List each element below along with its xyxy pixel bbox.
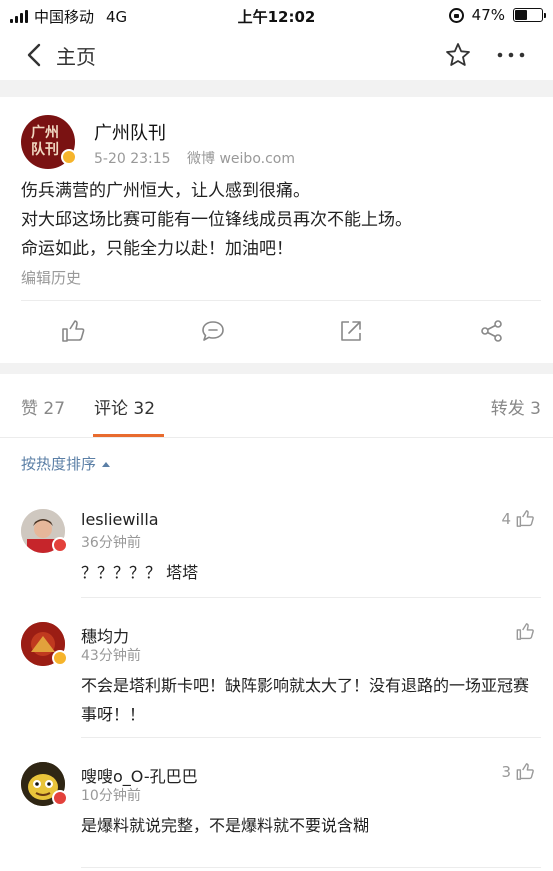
divider [21, 300, 541, 301]
like-button[interactable] [60, 319, 86, 343]
verified-badge-icon [52, 790, 68, 806]
verified-badge-icon [52, 537, 68, 553]
edit-history-link[interactable]: 编辑历史 [21, 267, 81, 288]
repost-button[interactable] [338, 319, 364, 343]
status-right: 47% [448, 6, 546, 24]
battery-percent: 47% [471, 6, 505, 24]
share-icon [481, 320, 502, 342]
favorite-button[interactable] [444, 41, 472, 69]
post-text: 伤兵满营的广州恒大，让人感到很痛。 对大邱这场比赛可能有一位锋线成员再次不能上场… [21, 177, 541, 264]
commenter-name[interactable]: 穗均力 [81, 623, 129, 647]
chevron-left-icon [27, 43, 41, 67]
comment-like-button[interactable]: 3 [501, 762, 535, 781]
verified-badge-icon [61, 149, 77, 165]
tab-likes[interactable]: 赞 27 [21, 394, 65, 419]
comment-text: ？？？？？ 塔塔 [81, 563, 199, 582]
sort-label: 按热度排序 [21, 455, 97, 473]
divider [81, 867, 541, 868]
status-bar: 中国移动 4G 上午12:02 47% [0, 0, 553, 30]
tab-comments[interactable]: 评论 32 [94, 394, 155, 419]
post-meta: 5-20 23:15 微博 weibo.com [94, 148, 295, 168]
like-icon [516, 510, 534, 527]
divider [81, 597, 541, 598]
post-source: 微博 weibo.com [187, 151, 295, 167]
tab-bar: 赞 27 评论 32 转发 3 [0, 374, 553, 438]
share-button[interactable] [479, 319, 505, 343]
battery-level [515, 10, 528, 20]
comment-time: 10分钟前 [81, 788, 141, 804]
comment-button[interactable] [200, 319, 226, 343]
comment-time: 43分钟前 [81, 648, 141, 664]
comment-text: 是爆料就说完整，不是爆料就不要说含糊 [81, 816, 370, 835]
comment-item: 穗均力 43分钟前 不会是塔利斯卡吧！缺阵影响就太大了！没有退路的一场亚冠赛事呀… [0, 619, 553, 739]
back-button[interactable] [20, 41, 50, 69]
caret-up-icon [102, 462, 111, 467]
like-icon [516, 763, 534, 780]
comment-text: 不会是塔利斯卡吧！缺阵影响就太大了！没有退路的一场亚冠赛事呀！！ [81, 676, 530, 724]
comment-icon [202, 321, 224, 341]
rotation-lock-icon [448, 7, 464, 23]
commenter-name[interactable]: lesliewilla [81, 510, 159, 529]
comment-like-button[interactable] [511, 622, 535, 641]
post-line: 伤兵满营的广州恒大，让人感到很痛。 [21, 181, 310, 201]
commenter-name[interactable]: 嗖嗖o_O-孔巴巴 [81, 763, 198, 787]
comment-item: 嗖嗖o_O-孔巴巴 10分钟前 3 是爆料就说完整，不是爆料就不要说含糊 [0, 759, 553, 869]
nav-bar: 主页 [0, 30, 553, 80]
nav-title[interactable]: 主页 [56, 41, 96, 70]
star-icon [446, 43, 470, 66]
divider [81, 737, 541, 738]
repost-icon [341, 321, 361, 341]
post-line: 命运如此，只能全力以赴！加油吧！ [21, 239, 293, 259]
post-time: 5-20 23:15 [94, 151, 171, 167]
more-button[interactable] [494, 41, 528, 69]
post-card: 广州队刊 广州队刊 5-20 23:15 微博 weibo.com 伤兵满营的广… [0, 97, 553, 363]
comment-like-button[interactable]: 4 [501, 509, 535, 528]
comment-like-count: 3 [501, 762, 511, 781]
battery-icon [513, 8, 546, 22]
verified-badge-icon [52, 650, 68, 666]
like-icon [516, 623, 534, 640]
comment-time: 36分钟前 [81, 535, 141, 551]
comment-list: 按热度排序 lesliewilla 36分钟前 4 ？？？？？ 塔塔 穗均力 4… [0, 438, 553, 871]
author-name[interactable]: 广州队刊 [94, 119, 166, 145]
like-icon [62, 320, 85, 342]
sort-button[interactable]: 按热度排序 [21, 453, 111, 474]
comment-like-count: 4 [501, 509, 511, 528]
tab-reposts[interactable]: 转发 3 [491, 394, 541, 419]
post-line: 对大邱这场比赛可能有一位锋线成员再次不能上场。 [21, 210, 412, 230]
comment-item: lesliewilla 36分钟前 4 ？？？？？ 塔塔 [0, 506, 553, 598]
more-icon [497, 52, 525, 58]
